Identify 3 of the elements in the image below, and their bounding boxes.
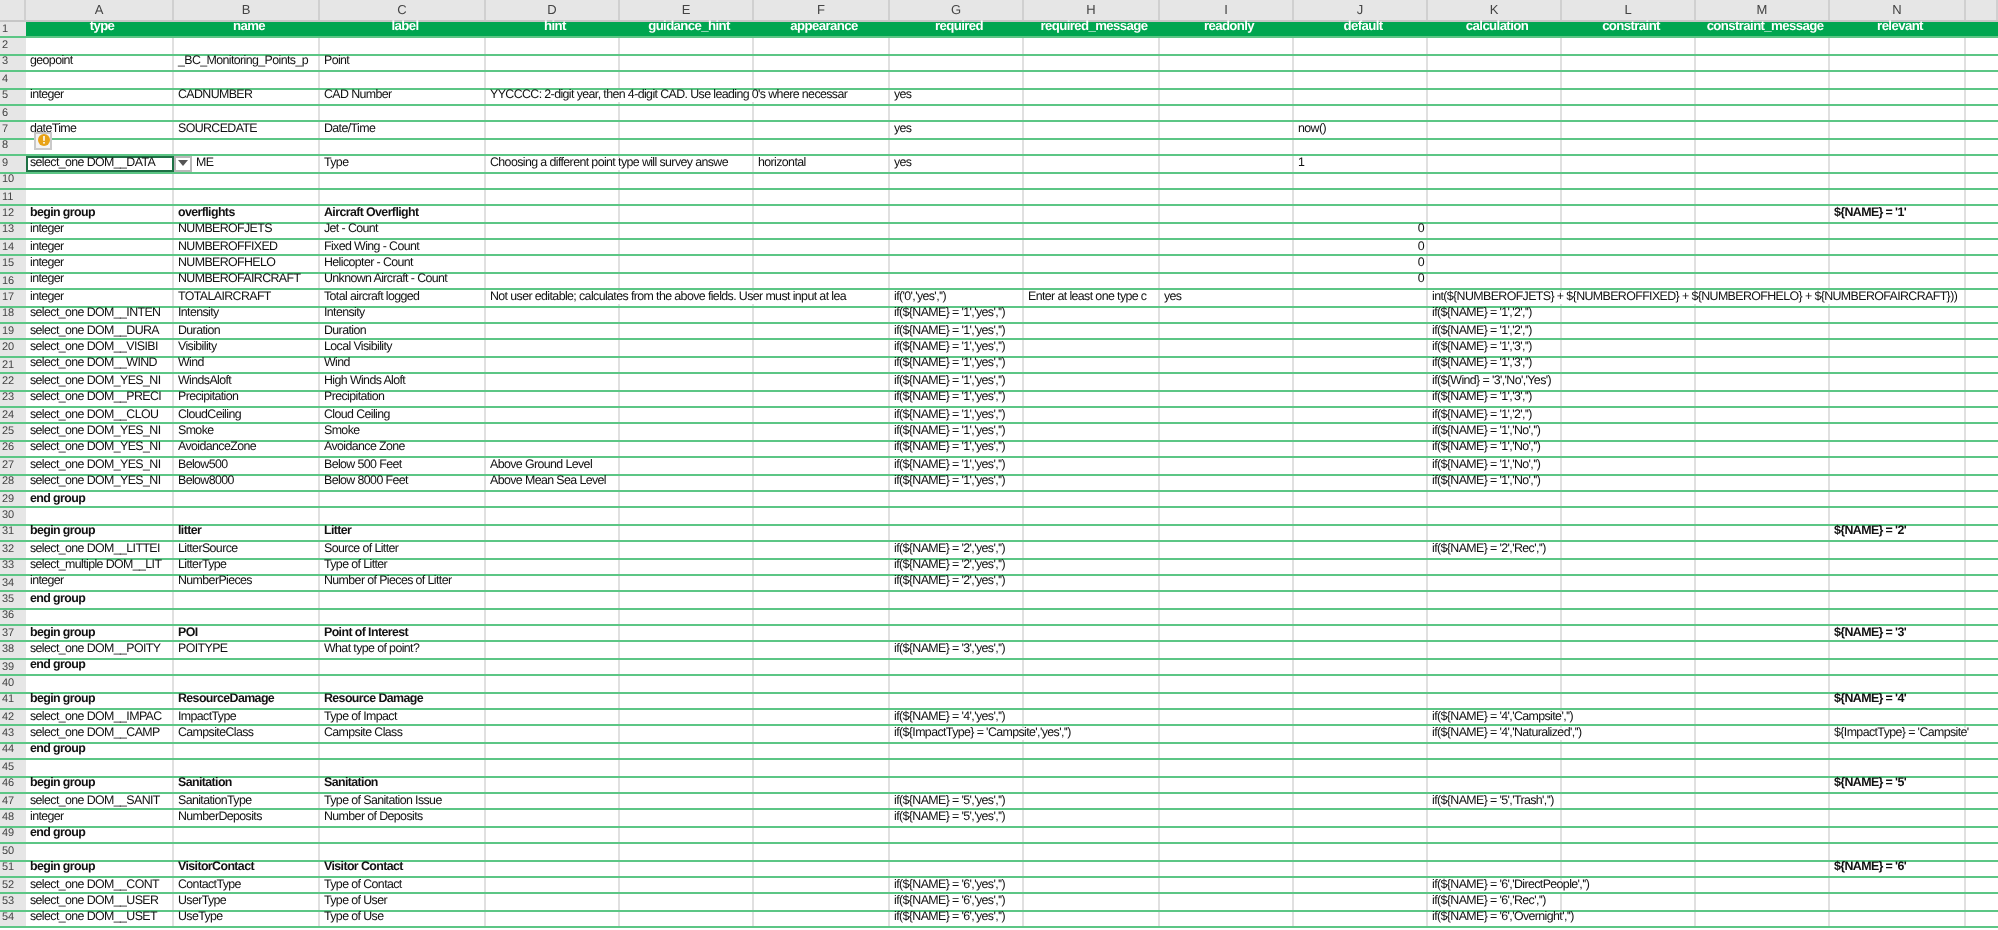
caret-icon (178, 160, 188, 167)
warning-icon[interactable] (34, 131, 52, 150)
dropdown-button[interactable] (174, 156, 192, 172)
